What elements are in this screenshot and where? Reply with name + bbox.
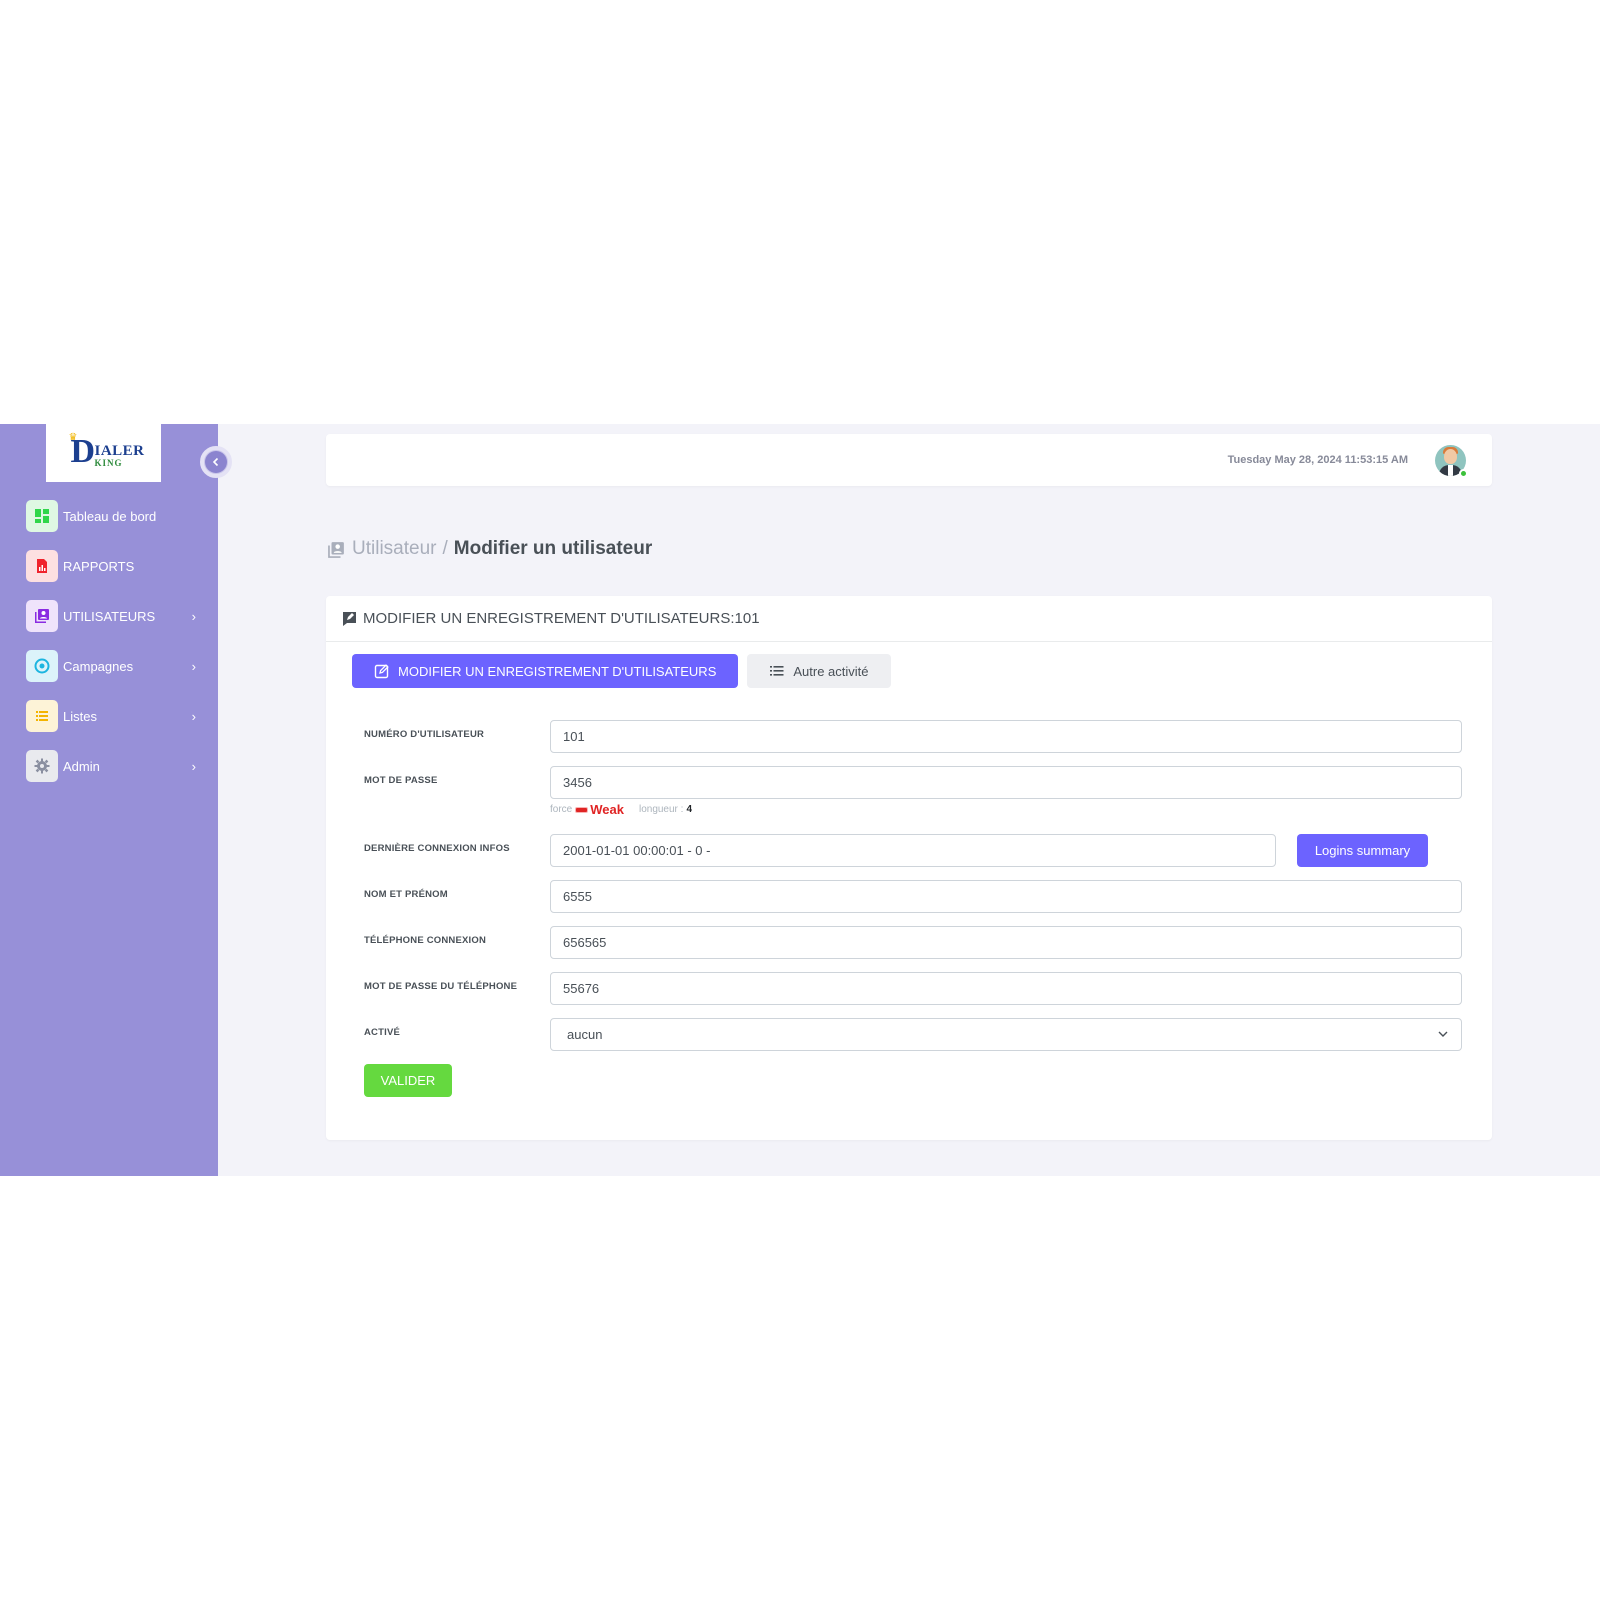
input-value: 101 [563,729,585,744]
strength-value: Weak [590,802,624,817]
sidebar-item-rapports[interactable]: RAPPORTS [26,550,196,582]
users-icon [26,600,58,632]
strength-bar [575,806,589,813]
chevron-right-icon: › [191,608,196,624]
input-value: 55676 [563,981,600,996]
active-select[interactable]: aucun [550,1018,1462,1051]
strength-label: force [550,804,573,815]
input-value: 656565 [563,935,607,950]
full-name-label: NOM ET PRÉNOM [364,889,448,900]
sidebar-item-utilisateurs[interactable]: UTILISATEURS › [26,600,196,632]
valider-button[interactable]: VALIDER [364,1064,452,1097]
length-value: 4 [686,804,693,815]
page-title: Modifier un utilisateur [453,538,653,559]
topbar: Tuesday May 28, 2024 11:53:15 AM [326,434,1492,486]
password-input[interactable]: 3456 [550,766,1462,799]
sidebar-item-listes[interactable]: Listes › [26,700,196,732]
report-file-icon [26,550,58,582]
edit-square-icon [374,664,389,679]
sidebar-item-label: RAPPORTS [63,558,135,574]
logo-text-bottom: KING [94,458,123,468]
chevron-right-icon: › [191,658,196,674]
logo-letter: D [70,433,96,470]
gear-icon [26,750,58,782]
password-label: MOT DE PASSE [364,775,438,786]
tab-label: Autre activité [793,663,869,679]
breadcrumb-parent[interactable]: Utilisateur [352,538,436,560]
tabs: MODIFIER UN ENREGISTREMENT D'UTILISATEUR… [352,654,891,688]
card-header: MODIFIER UN ENREGISTREMENT D'UTILISATEUR… [326,596,1492,642]
chevron-right-icon: › [191,758,196,774]
input-value: 6555 [563,889,592,904]
breadcrumb: Utilisateur / Modifier un utilisateur [327,538,652,560]
edit-user-card: MODIFIER UN ENREGISTREMENT D'UTILISATEUR… [326,596,1492,1140]
app-window: ♛ D IALER KING Tableau de bord RAPPORTS … [0,424,1600,1176]
user-number-label: NUMÉRO D'UTILISATEUR [364,729,485,740]
input-value: 3456 [563,775,592,790]
sidebar: ♛ D IALER KING Tableau de bord RAPPORTS … [0,424,218,1176]
tab-modifier-enregistrement[interactable]: MODIFIER UN ENREGISTREMENT D'UTILISATEUR… [352,654,739,688]
phone-password-label: MOT DE PASSE DU TÉLÉPHONE [364,981,518,992]
chevron-right-icon: › [191,708,196,724]
user-number-input[interactable]: 101 [550,720,1462,753]
card-title: MODIFIER UN ENREGISTREMENT D'UTILISATEUR… [363,610,760,627]
full-name-input[interactable]: 6555 [550,880,1462,913]
list-icon [26,700,58,732]
password-strength: force Weak longueur : 4 [550,802,692,817]
list-icon [770,666,784,676]
sidebar-item-tableau-de-bord[interactable]: Tableau de bord [26,500,196,532]
select-value: aucun [567,1027,603,1042]
dialer-king-logo: ♛ D IALER KING [69,433,145,473]
sidebar-item-label: Listes [63,708,97,724]
tab-autre-activite[interactable]: Autre activité [747,654,891,688]
online-status-dot [1459,469,1468,478]
chevron-left-icon [212,457,219,467]
sidebar-collapse-button[interactable] [200,446,232,478]
phone-password-input[interactable]: 55676 [550,972,1462,1005]
input-value: 2001-01-01 00:00:01 - 0 - [563,843,711,858]
edit-note-icon [343,611,356,626]
users-icon [328,542,344,558]
tab-label: MODIFIER UN ENREGISTREMENT D'UTILISATEUR… [398,663,717,679]
chevron-down-icon [1438,1031,1448,1037]
length-label: longueur : [638,804,684,815]
phone-login-label: TÉLÉPHONE CONNEXION [364,935,487,946]
breadcrumb-separator: / [442,538,448,559]
phone-login-input[interactable]: 656565 [550,926,1462,959]
active-label: ACTIVÉ [364,1027,401,1038]
sidebar-item-label: Campagnes [63,658,134,674]
logo[interactable]: ♛ D IALER KING [46,424,161,482]
sidebar-item-label: UTILISATEURS [63,608,156,624]
last-login-label: DERNIÈRE CONNEXION INFOS [364,843,510,854]
logins-summary-button[interactable]: Logins summary [1297,834,1428,867]
last-login-input[interactable]: 2001-01-01 00:00:01 - 0 - [550,834,1276,867]
sidebar-item-label: Tableau de bord [63,508,157,524]
current-datetime: Tuesday May 28, 2024 11:53:15 AM [1227,454,1408,466]
sidebar-item-campagnes[interactable]: Campagnes › [26,650,196,682]
sidebar-item-admin[interactable]: Admin › [26,750,196,782]
dashboard-icon [26,500,58,532]
target-icon [26,650,58,682]
sidebar-item-label: Admin [63,758,100,774]
